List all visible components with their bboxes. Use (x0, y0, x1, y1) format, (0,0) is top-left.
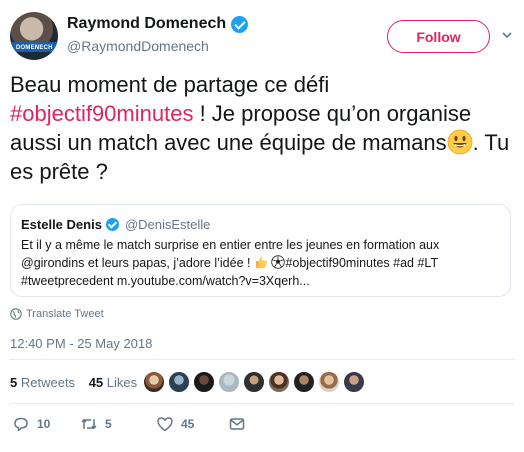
retweets-stat-label: Retweets (20, 375, 76, 390)
tweet-text-part1: Beau moment de partage ce défi (10, 72, 330, 97)
verified-badge-icon (231, 15, 249, 33)
avatar-logo-text: DOMENECH (16, 45, 53, 51)
reply-icon (14, 417, 28, 432)
translate-tweet-link[interactable]: Translate Tweet (10, 308, 104, 320)
quoted-author-row: Estelle Denis @DenisEstelle (21, 217, 210, 232)
divider (10, 359, 514, 360)
retweets-stat-count: 5 (10, 375, 18, 390)
author-display-name[interactable]: Raymond Domenech (67, 15, 226, 33)
tweet-text: Beau moment de partage ce défi #objectif… (10, 70, 510, 186)
liker-avatar[interactable] (343, 371, 365, 393)
quoted-author-handle: @DenisEstelle (124, 217, 211, 232)
liker-avatar[interactable] (218, 371, 240, 393)
reply-count: 10 (37, 417, 51, 431)
author-name-row: Raymond Domenech (67, 15, 249, 33)
liker-avatar[interactable] (243, 371, 265, 393)
retweet-count: 5 (105, 417, 112, 431)
tweet-header: DOMENECH Raymond Domenech @RaymondDomene… (10, 10, 514, 60)
chevron-down-icon[interactable] (502, 30, 512, 40)
author-block[interactable]: Raymond Domenech @RaymondDomenech (67, 15, 249, 54)
likes-stat[interactable]: 45 Likes (89, 375, 137, 390)
follow-button[interactable]: Follow (387, 20, 490, 53)
thumbs-up-emoji-icon (255, 256, 267, 268)
quoted-tweet-text: Et il y a même le match surprise en enti… (21, 236, 501, 290)
liker-avatar[interactable] (168, 371, 190, 393)
envelope-icon (229, 418, 245, 430)
liker-avatars (143, 371, 368, 393)
liker-avatar[interactable] (268, 371, 290, 393)
liker-avatar[interactable] (143, 371, 165, 393)
quoted-author-name: Estelle Denis (21, 217, 102, 232)
globe-icon (10, 308, 22, 320)
quoted-tweet[interactable]: Estelle Denis @DenisEstelle Et il y a mê… (10, 204, 511, 297)
heart-icon (157, 417, 173, 432)
translate-tweet-label: Translate Tweet (26, 308, 104, 320)
liker-avatar[interactable] (293, 371, 315, 393)
liker-avatar[interactable] (318, 371, 340, 393)
direct-message-button[interactable] (228, 415, 246, 433)
like-button[interactable]: 45 (156, 415, 194, 433)
engagement-stats: 5 Retweets 45 Likes (10, 375, 137, 390)
quoted-verified-badge-icon (105, 218, 119, 231)
retweet-icon (81, 419, 97, 429)
tweet-hashtag-link[interactable]: #objectif90minutes (10, 101, 193, 126)
retweet-button[interactable]: 5 (80, 415, 112, 433)
divider (10, 403, 514, 404)
liker-avatar[interactable] (193, 371, 215, 393)
reply-button[interactable]: 10 (12, 415, 50, 433)
retweets-stat[interactable]: 5 Retweets (10, 375, 75, 390)
soccer-ball-emoji-icon (271, 255, 286, 269)
likes-stat-count: 45 (88, 375, 104, 390)
like-count: 45 (181, 417, 195, 431)
tweet-timestamp[interactable]: 12:40 PM - 25 May 2018 (10, 336, 152, 351)
tweet-actions: 10 5 45 (10, 415, 514, 437)
avatar[interactable]: DOMENECH (10, 12, 58, 60)
author-handle[interactable]: @RaymondDomenech (67, 38, 248, 54)
grinning-face-emoji-icon (447, 129, 473, 155)
likes-stat-label: Likes (106, 375, 138, 390)
